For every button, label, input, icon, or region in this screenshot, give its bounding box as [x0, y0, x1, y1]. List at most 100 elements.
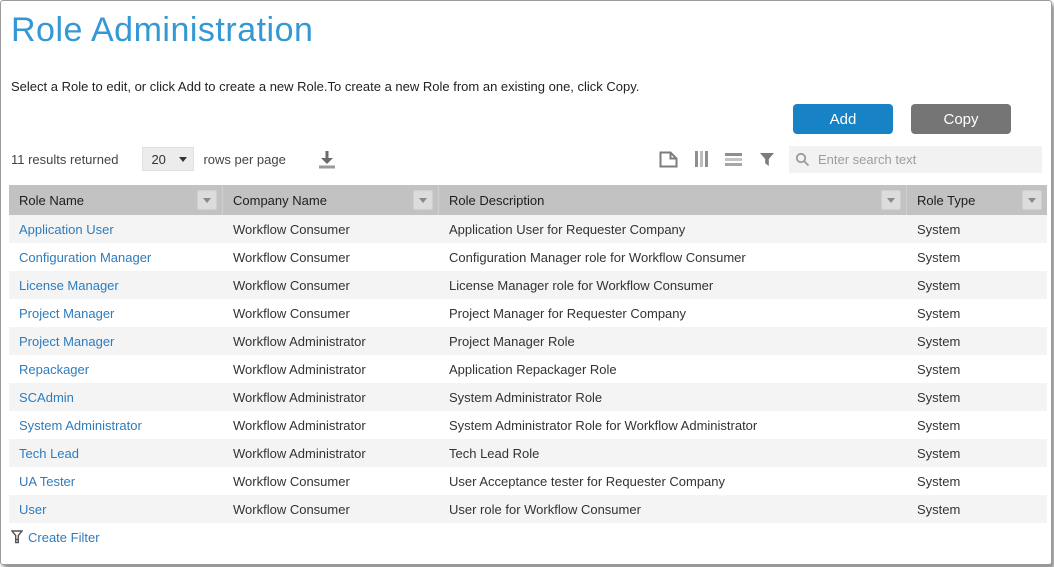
role-type-cell: System — [907, 334, 1047, 349]
table-row[interactable]: Configuration Manager Workflow ConsumerCo… — [9, 243, 1047, 271]
column-header-role-description[interactable]: Role Description — [439, 185, 907, 215]
company-name-cell: Workflow Consumer — [223, 278, 439, 293]
role-name-link[interactable]: Project Manager — [19, 306, 114, 321]
role-name-link[interactable]: Repackager — [19, 362, 89, 377]
role-name-cell: Project Manager — [9, 334, 223, 349]
company-name-cell: Workflow Administrator — [223, 418, 439, 433]
company-name-cell: Workflow Consumer — [223, 474, 439, 489]
chevron-down-icon — [203, 198, 211, 203]
role-name-cell: System Administrator — [9, 418, 223, 433]
copy-button[interactable]: Copy — [911, 104, 1011, 134]
rows-per-page-select-wrap: 20 — [142, 147, 194, 171]
page-title: Role Administration — [11, 11, 313, 50]
table-row[interactable]: Project ManagerWorkflow AdministratorPro… — [9, 327, 1047, 355]
column-filter-dropdown-button[interactable] — [1022, 190, 1042, 210]
search-input[interactable] — [816, 151, 1036, 168]
column-header-label: Role Description — [449, 193, 544, 208]
action-buttons: Add Copy — [793, 104, 1011, 134]
grid-header-row: Role Name Company Name Role Description Rol… — [9, 185, 1047, 215]
table-row[interactable]: Application User Workflow ConsumerApplica… — [9, 215, 1047, 243]
role-name-link[interactable]: Application User — [19, 222, 114, 237]
column-filter-dropdown-button[interactable] — [881, 190, 901, 210]
role-name-cell: Application User — [9, 222, 223, 237]
role-name-link[interactable]: Project Manager — [19, 334, 114, 349]
column-filter-dropdown-button[interactable] — [197, 190, 217, 210]
role-name-link[interactable]: SCAdmin — [19, 390, 74, 405]
chevron-down-icon — [887, 198, 895, 203]
toolbar-right — [642, 146, 1042, 173]
page-subtitle: Select a Role to edit, or click Add to c… — [11, 79, 639, 94]
role-name-cell: UA Tester — [9, 474, 223, 489]
export-document-icon[interactable] — [659, 151, 678, 168]
role-description-cell: User role for Workflow Consumer — [439, 502, 907, 517]
search-box — [789, 146, 1042, 173]
group-rows-icon[interactable] — [725, 153, 742, 166]
role-name-link[interactable]: Configuration Manager — [19, 250, 151, 265]
role-type-cell: System — [907, 362, 1047, 377]
role-name-cell: License Manager — [9, 278, 223, 293]
column-header-role-name[interactable]: Role Name — [9, 185, 223, 215]
role-name-link[interactable]: UA Tester — [19, 474, 75, 489]
column-chooser-icon[interactable] — [695, 151, 708, 167]
role-name-link[interactable]: License Manager — [19, 278, 119, 293]
role-type-cell: System — [907, 250, 1047, 265]
grid-footer: Create Filter — [9, 523, 1047, 551]
search-icon — [795, 152, 810, 167]
role-name-cell: Configuration Manager — [9, 250, 223, 265]
results-count-text: 11 results returned — [11, 152, 118, 167]
role-name-link[interactable]: User — [19, 502, 46, 517]
role-name-cell: Repackager — [9, 362, 223, 377]
column-header-label: Company Name — [233, 193, 327, 208]
table-row[interactable]: Project ManagerWorkflow ConsumerProject … — [9, 299, 1047, 327]
table-row[interactable]: SCAdminWorkflow AdministratorSystem Admi… — [9, 383, 1047, 411]
column-header-label: Role Type — [917, 193, 975, 208]
role-administration-page: Role Administration Select a Role to edi… — [0, 0, 1052, 565]
table-row[interactable]: Tech LeadWorkflow AdministratorTech Lead… — [9, 439, 1047, 467]
role-description-cell: Application Repackager Role — [439, 362, 907, 377]
add-button[interactable]: Add — [793, 104, 893, 134]
company-name-cell: Workflow Consumer — [223, 222, 439, 237]
role-type-cell: System — [907, 278, 1047, 293]
column-header-company-name[interactable]: Company Name — [223, 185, 439, 215]
role-name-link[interactable]: System Administrator — [19, 418, 142, 433]
role-description-cell: User Acceptance tester for Requester Com… — [439, 474, 907, 489]
table-row[interactable]: System Administrator Workflow Administrat… — [9, 411, 1047, 439]
role-type-cell: System — [907, 390, 1047, 405]
grid-toolbar: 11 results returned 20 rows per page — [11, 143, 1042, 175]
roles-grid: Role Name Company Name Role Description Rol… — [9, 185, 1047, 551]
table-row[interactable]: License Manager Workflow ConsumerLicense … — [9, 271, 1047, 299]
column-header-role-type[interactable]: Role Type — [907, 185, 1047, 215]
role-type-cell: System — [907, 474, 1047, 489]
role-name-link[interactable]: Tech Lead — [19, 446, 79, 461]
role-description-cell: License Manager role for Workflow Consum… — [439, 278, 907, 293]
filter-icon[interactable] — [759, 152, 775, 167]
download-icon[interactable] — [314, 148, 340, 171]
column-filter-dropdown-button[interactable] — [413, 190, 433, 210]
company-name-cell: Workflow Consumer — [223, 250, 439, 265]
company-name-cell: Workflow Administrator — [223, 334, 439, 349]
rows-per-page-select[interactable]: 20 — [142, 147, 194, 171]
role-description-cell: Project Manager for Requester Company — [439, 306, 907, 321]
table-row[interactable]: UA Tester Workflow ConsumerUser Acceptanc… — [9, 467, 1047, 495]
role-name-cell: Project Manager — [9, 306, 223, 321]
role-description-cell: System Administrator Role — [439, 390, 907, 405]
table-row[interactable]: User Workflow ConsumerUser role for Workf… — [9, 495, 1047, 523]
role-name-cell: User — [9, 502, 223, 517]
role-name-cell: Tech Lead — [9, 446, 223, 461]
role-type-cell: System — [907, 222, 1047, 237]
role-type-cell: System — [907, 446, 1047, 461]
role-description-cell: System Administrator Role for Workflow A… — [439, 418, 907, 433]
toolbar-left: 11 results returned 20 rows per page — [11, 147, 340, 171]
create-filter-button[interactable]: Create Filter — [9, 530, 100, 545]
column-header-label: Role Name — [19, 193, 84, 208]
company-name-cell: Workflow Administrator — [223, 446, 439, 461]
create-filter-funnel-icon — [11, 530, 23, 544]
role-type-cell: System — [907, 418, 1047, 433]
chevron-down-icon — [419, 198, 427, 203]
company-name-cell: Workflow Consumer — [223, 502, 439, 517]
table-row[interactable]: RepackagerWorkflow AdministratorApplicat… — [9, 355, 1047, 383]
role-description-cell: Application User for Requester Company — [439, 222, 907, 237]
role-type-cell: System — [907, 306, 1047, 321]
role-description-cell: Configuration Manager role for Workflow … — [439, 250, 907, 265]
role-type-cell: System — [907, 502, 1047, 517]
